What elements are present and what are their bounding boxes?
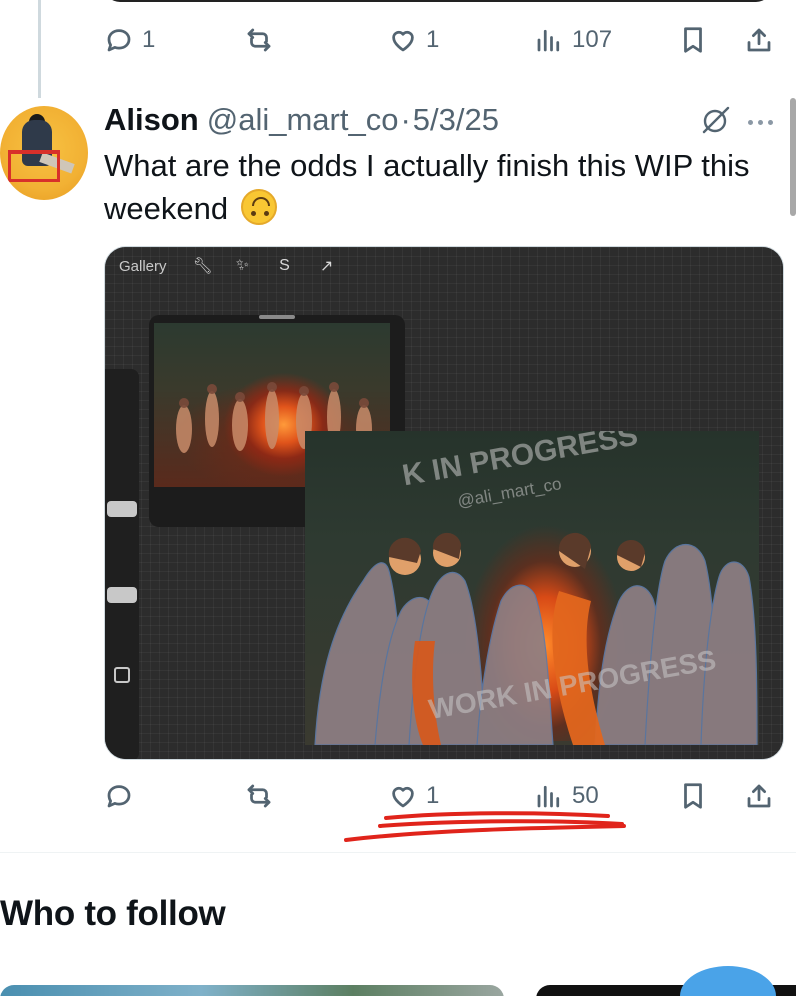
views-count: 107 [572,26,613,53]
repost-button[interactable] [244,20,274,60]
bookmark-button[interactable] [678,776,708,816]
like-count: 1 [426,782,440,809]
repost-button[interactable] [244,776,274,816]
reply-icon [107,29,131,52]
previous-post-media-edge[interactable] [104,0,772,2]
procreate-sidebar: ↶ [105,369,139,759]
previous-post-action-bar: 1 1 107 [104,20,784,60]
who-to-follow-heading: Who to follow [0,894,226,933]
more-options-icon[interactable] [748,112,782,132]
like-count: 1 [426,26,440,53]
bookmark-icon [684,27,702,53]
views-button[interactable]: 107 [534,20,612,60]
header-separator: · [400,102,411,137]
author-name[interactable]: Alison [104,102,199,138]
bookmark-icon [684,783,702,809]
section-divider [0,852,796,853]
avatar-shopping-cart [8,150,60,182]
reply-icon [107,785,131,808]
reply-count: 1 [142,26,156,53]
brush-size-slider-icon [107,501,137,517]
wrench-icon: 🔧︎ [192,258,213,275]
post-header: Alison @ali_mart_co · 5/3/25 [104,102,499,142]
page-scrollbar[interactable] [790,98,796,216]
post-text: What are the odds I actually finish this… [104,144,764,230]
heart-icon [392,786,414,808]
red-underline-annotation [344,811,626,842]
magic-wand-icon: ✨︎ [235,257,250,274]
opacity-slider-icon [107,587,137,603]
repost-icon [247,28,271,52]
upside-down-face-emoji-icon [240,189,277,225]
thread-connector-line [38,0,41,98]
gallery-label: Gallery [119,257,167,275]
heart-icon [392,30,414,52]
procreate-toolbar: Gallery 🔧︎ ✨︎ S ↗ [105,247,783,285]
like-button[interactable]: 1 [388,20,439,60]
reply-button[interactable]: 1 [104,20,155,60]
repost-icon [247,784,271,808]
share-icon [747,784,771,808]
post-date[interactable]: 5/3/25 [413,102,499,138]
reference-panel-handle [259,315,295,319]
author-avatar[interactable] [0,106,88,200]
views-icon [537,785,560,808]
post-media-image[interactable]: Gallery 🔧︎ ✨︎ S ↗ ↶ [104,246,784,760]
arrow-icon: ↗ [319,258,334,275]
share-button[interactable] [744,20,774,60]
grok-icon[interactable] [700,104,732,136]
author-handle[interactable]: @ali_mart_co [207,102,399,138]
modify-button-icon [114,667,130,683]
share-icon [747,28,771,52]
suggested-account-banner[interactable] [0,985,504,996]
suggested-account-avatar[interactable] [680,966,776,996]
reply-button[interactable] [104,776,142,816]
bookmark-button[interactable] [678,20,708,60]
selection-icon: S [279,257,290,274]
work-in-progress-artwork: K IN PROGRESS @ali_mart_co WORK IN PROGR… [305,431,759,745]
views-count: 50 [572,782,599,809]
post-text-content: What are the odds I actually finish this… [104,148,750,226]
share-button[interactable] [744,776,774,816]
views-icon [537,29,560,52]
